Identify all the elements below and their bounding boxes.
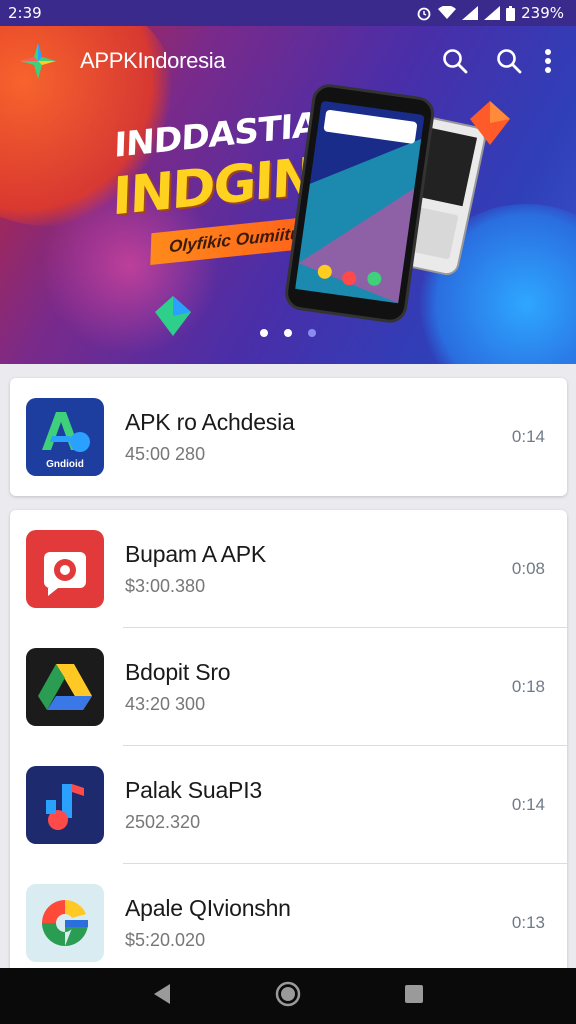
app-name: Palak SuaPI3 <box>125 777 262 803</box>
colorful-g-icon <box>26 884 104 962</box>
app-subtitle: $5:20.020 <box>125 930 206 950</box>
carousel-dot[interactable] <box>308 329 316 337</box>
carousel-dot[interactable] <box>260 329 268 337</box>
app-subtitle: 45:00 280 <box>125 444 206 464</box>
app-list: Bupam A APK $3:00.380 0:08 Bdopit Sro 43… <box>10 510 567 968</box>
app-name: Apale QIvionshn <box>125 895 291 921</box>
red-camera-icon <box>26 530 104 608</box>
list-item[interactable]: Gndioid APK ro Achdesia 45:00 280 0:14 <box>10 378 567 496</box>
app-time: 0:08 <box>511 559 545 578</box>
app-subtitle: 43:20 300 <box>125 694 206 714</box>
featured-card: Gndioid APK ro Achdesia 45:00 280 0:14 <box>10 378 567 496</box>
wifi-icon <box>438 6 457 19</box>
overflow-menu-icon[interactable] <box>538 44 558 78</box>
status-time: 2:39 <box>8 4 42 22</box>
battery-icon <box>506 5 516 21</box>
app-subtitle: $3:00.380 <box>125 576 206 596</box>
status-icons: 239% <box>416 4 564 22</box>
music-note-icon <box>26 766 104 844</box>
list-item[interactable]: Bdopit Sro 43:20 300 0:18 <box>10 628 567 746</box>
back-icon[interactable] <box>152 983 172 1010</box>
app-time: 0:14 <box>511 427 545 446</box>
alarm-icon <box>417 7 431 21</box>
app-name: Bdopit Sro <box>125 659 231 685</box>
app-subtitle: 2502.320 <box>125 812 201 832</box>
list-item[interactable]: Palak SuaPI3 2502.320 0:14 <box>10 746 567 864</box>
icon-caption: Gndioid <box>46 459 84 470</box>
app-name: APK ro Achdesia <box>125 409 295 435</box>
drive-triangle-icon <box>26 648 104 726</box>
navigation-bar <box>0 968 576 1024</box>
decorative-gem-icon <box>470 101 510 145</box>
home-icon[interactable] <box>275 981 301 1012</box>
carousel-dot[interactable] <box>284 329 292 337</box>
list-item[interactable]: Bupam A APK $3:00.380 0:08 <box>10 510 567 628</box>
phones-illustration <box>285 84 486 323</box>
carousel-indicators[interactable] <box>0 329 576 337</box>
app-name: Bupam A APK <box>125 541 267 567</box>
signal-icon-2 <box>484 6 501 20</box>
list-item[interactable]: Apale QIvionshn $5:20.020 0:13 <box>10 864 567 982</box>
app-time: 0:18 <box>511 677 545 696</box>
battery-text: 239% <box>521 4 564 22</box>
recents-icon[interactable] <box>404 984 424 1009</box>
app-logo-icon <box>20 43 56 79</box>
status-bar: 2:39 239% <box>0 0 576 26</box>
hero-banner[interactable]: APPKIndoresia INDDASTIA AK INDGINISIA Ol… <box>0 26 576 364</box>
android-a-icon: Gndioid <box>26 398 104 476</box>
app-time: 0:14 <box>511 795 545 814</box>
app-time: 0:13 <box>511 913 545 932</box>
signal-icon <box>462 6 479 20</box>
